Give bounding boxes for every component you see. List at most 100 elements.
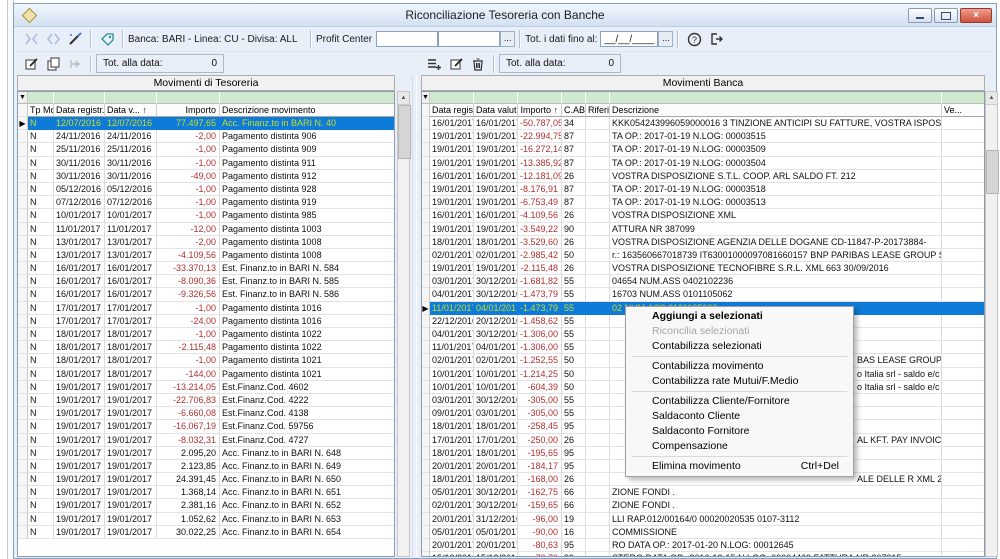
scrollbar-thumb[interactable] [398,105,411,159]
table-row[interactable]: 19/01/201719/01/2017-3.549,2290ATTURA NR… [422,223,984,236]
table-row[interactable]: 19/01/201719/01/2017-6.753,4987TA OP.: 2… [422,196,984,209]
bank-scrollbar[interactable]: ▲ [985,91,998,557]
table-row[interactable]: 16/01/201716/01/2017-50.787,0534KKK05424… [422,117,984,130]
menu-item[interactable]: Elimina movimentoCtrl+Del [626,459,853,474]
column-header[interactable]: Descrizione movimento [220,104,395,117]
filter-corner-cell[interactable]: ▼ [18,92,28,104]
filter-corner-cell[interactable]: ▼ [422,92,430,104]
column-header[interactable]: Tp Mov [28,104,54,117]
table-row[interactable]: N10/01/201710/01/2017-1,00Pagamento dist… [18,209,394,222]
table-row[interactable]: N17/01/201717/01/2017-1,00Pagamento dist… [18,302,394,315]
filter-dropdown-icon[interactable]: ▼ [422,92,429,104]
table-row[interactable]: 19/01/201719/01/2017-2.115,4826VOSTRA DI… [422,262,984,275]
table-row[interactable]: 15/12/201615/12/2016-70,7099STERO DATA O… [422,552,984,557]
filter-cell[interactable] [586,92,610,104]
merge-left-icon[interactable] [20,29,42,49]
table-row[interactable]: 03/01/201730/12/2016-1.681,825504654 NUM… [422,275,984,288]
table-row[interactable]: 02/01/201730/12/2016-159,6566ZIONE FONDI… [422,499,984,512]
column-header[interactable]: Importo ↑ [518,104,562,117]
table-row[interactable]: N18/01/201718/01/2017-2.115,48Pagamento … [18,341,394,354]
table-row[interactable]: 19/01/201719/01/2017-8.176,9187TA OP.: 2… [422,183,984,196]
edit-row-icon[interactable] [445,54,467,74]
table-row[interactable]: N30/11/201630/11/2016-49,00Pagamento dis… [18,170,394,183]
filter-cell[interactable] [562,92,586,104]
table-row[interactable]: N19/01/201719/01/20172.123,85Acc. Finanz… [18,460,394,473]
filter-cell[interactable] [220,92,395,104]
menu-item[interactable]: Riconcilia selezionati [626,324,853,339]
table-row[interactable]: N19/01/201719/01/20172.095,20Acc. Finanz… [18,447,394,460]
panel-splitter[interactable] [412,75,417,557]
reconcile-pen-icon[interactable] [64,29,86,49]
menu-item[interactable]: Contabilizza rate Mutui/F.Medio [626,374,853,389]
menu-item[interactable]: Contabilizza selezionati [626,339,853,354]
treasury-scrollbar[interactable]: ▲ [397,91,410,557]
scrollbar-thumb[interactable] [986,150,999,194]
maximize-button[interactable] [934,8,958,23]
column-header[interactable]: Importo [157,104,220,117]
filter-cell[interactable] [942,92,985,104]
column-header[interactable]: Data valuta [474,104,518,117]
table-row[interactable]: N19/01/201719/01/2017-6.660,08Est.Finanz… [18,407,394,420]
column-header[interactable]: Ve... [942,104,985,117]
edit-movement-icon[interactable] [20,54,42,74]
table-row[interactable]: 20/01/201720/01/2017-80,6395RO DATA OP.:… [422,539,984,552]
table-row[interactable]: N05/12/201605/12/2016-1,00Pagamento dist… [18,183,394,196]
table-row[interactable]: N25/11/201625/11/2016-1,00Pagamento dist… [18,143,394,156]
filter-cell[interactable] [610,92,942,104]
column-header[interactable]: Data v... ↑ [105,104,157,117]
add-row-icon[interactable] [423,54,445,74]
table-row[interactable]: 20/01/201731/12/2016-96,0019LLI RAP.012/… [422,513,984,526]
minimize-button[interactable] [908,8,932,23]
table-row[interactable]: N19/01/201719/01/2017-8.032,31Est.Finanz… [18,434,394,447]
table-row[interactable]: N18/01/201718/01/2017-1,00Pagamento dist… [18,328,394,341]
table-row[interactable]: 05/01/201730/12/2016-162,7566ZIONE FONDI… [422,486,984,499]
profit-center-code-input[interactable] [376,31,438,47]
detach-arrow-icon[interactable] [64,54,86,74]
filter-cell[interactable] [430,92,474,104]
table-row[interactable]: 19/01/201719/01/2017-16.272,1487TA OP.: … [422,143,984,156]
table-row[interactable]: ▶N12/07/201612/07/201677.497,65Acc. Fina… [18,117,394,130]
copy-movement-icon[interactable] [42,54,64,74]
table-row[interactable]: 16/01/201716/01/2017-12.181,0926VOSTRA D… [422,170,984,183]
menu-item[interactable]: Contabilizza Cliente/Fornitore [626,394,853,409]
table-row[interactable]: 19/01/201719/01/2017-22.994,7587TA OP.: … [422,130,984,143]
table-row[interactable]: N07/12/201607/12/2016-1,00Pagamento dist… [18,196,394,209]
table-row[interactable]: N30/11/201630/11/2016-1,00Pagamento dist… [18,157,394,170]
table-row[interactable]: 05/01/201705/01/2017-90,0016COMMISSIONE [422,526,984,539]
table-row[interactable]: N19/01/201719/01/2017-13.214,05Est.Finan… [18,381,394,394]
column-header[interactable]: Data registr. [430,104,474,117]
tag-icon[interactable] [96,29,118,49]
column-header[interactable]: C.ABI [562,104,586,117]
table-row[interactable]: N19/01/201719/01/2017-22.706,83Est.Finan… [18,394,394,407]
menu-item[interactable]: Saldaconto Fornitore [626,424,853,439]
close-button[interactable]: × [960,8,992,23]
table-row[interactable]: 04/01/201730/12/2016-1.473,795516703 NUM… [422,288,984,301]
merge-right-icon[interactable] [42,29,64,49]
table-row[interactable]: N11/01/201711/01/2017-12,00Pagamento dis… [18,223,394,236]
profit-center-lookup-button[interactable]: ... [500,31,515,47]
menu-item[interactable]: Aggiungi a selezionati [626,309,853,324]
delete-row-icon[interactable] [467,54,489,74]
filter-cell[interactable] [54,92,105,104]
table-row[interactable]: 16/01/201716/01/2017-4.109,5626VOSTRA DI… [422,209,984,222]
table-row[interactable]: N17/01/201717/01/2017-24,00Pagamento dis… [18,315,394,328]
filter-cell[interactable] [105,92,157,104]
table-row[interactable]: 19/01/201719/01/2017-13.385,9287TA OP.: … [422,157,984,170]
menu-item[interactable]: Saldaconto Cliente [626,409,853,424]
table-row[interactable]: N18/01/201718/01/2017-144,00Pagamento di… [18,368,394,381]
table-row[interactable]: N18/01/201718/01/2017-1,00Pagamento dist… [18,354,394,367]
scroll-up-icon[interactable]: ▲ [398,92,409,105]
scroll-up-icon[interactable]: ▲ [986,92,997,105]
table-row[interactable]: N16/01/201716/01/2017-33.370,13Est. Fina… [18,262,394,275]
table-row[interactable]: N19/01/201719/01/20171.368,14Acc. Finanz… [18,486,394,499]
table-row[interactable]: N24/11/201624/11/2016-2,00Pagamento dist… [18,130,394,143]
table-row[interactable]: N19/01/201719/01/2017-16.067,19Est.Finan… [18,420,394,433]
date-limit-input[interactable]: __/__/____ [600,31,658,47]
exit-icon[interactable] [705,29,727,49]
table-row[interactable]: N19/01/201719/01/201724.391,45Acc. Finan… [18,473,394,486]
table-row[interactable]: N19/01/201719/01/201730.022,25Acc. Finan… [18,526,394,539]
table-row[interactable]: N19/01/201719/01/20172.381,16Acc. Finanz… [18,499,394,512]
table-row[interactable]: N19/01/201719/01/20171.052,62Acc. Finanz… [18,513,394,526]
help-icon[interactable]: ? [683,29,705,49]
table-row[interactable]: 02/01/201702/01/2017-2.985,4250r.: 16356… [422,249,984,262]
